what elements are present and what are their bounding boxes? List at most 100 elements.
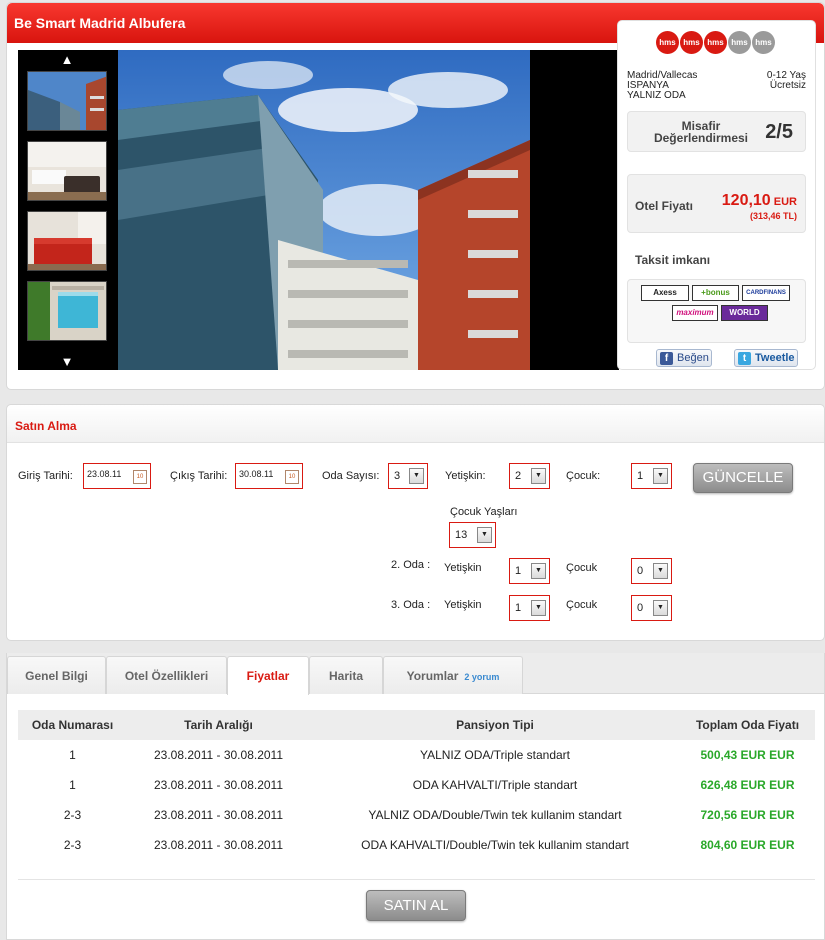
board-type-cell: ODA KAHVALTI/Double/Twin tek kullanim st… (361, 838, 629, 852)
room3-adults-value: 1 (515, 602, 522, 614)
room2-children-select[interactable]: 0 ▼ (631, 558, 672, 584)
room-price-cell: 626,48 EUR EUR (700, 778, 795, 792)
purchase-header: Satın Alma (7, 405, 824, 443)
purchase-title: Satın Alma (15, 419, 77, 433)
installment-label: Taksit imkanı (635, 253, 711, 267)
tab-hotel-features[interactable]: Otel Özellikleri (106, 656, 227, 694)
tweet-button[interactable]: t Tweetle (734, 349, 798, 367)
table-row: 1 23.08.2011 - 30.08.2011 YALNIZ ODA/Tri… (18, 740, 815, 770)
tweet-label: Tweetle (755, 352, 795, 364)
room-number-cell: 1 (69, 778, 76, 792)
thumbnail-strip: ▲ ▼ (18, 50, 116, 370)
chevron-down-icon[interactable]: ▼ (531, 563, 546, 579)
checkin-date-field[interactable]: 10 (83, 463, 151, 489)
checkout-label: Çıkış Tarihi: (170, 470, 228, 482)
child-ages-label: Çocuk Yaşları (450, 506, 518, 518)
details-tabs-area: Genel Bilgi Otel Özellikleri Fiyatlar Ha… (6, 653, 825, 940)
hms-badge-icon: hms (752, 31, 775, 54)
room3-children-select[interactable]: 0 ▼ (631, 595, 672, 621)
main-photo (118, 50, 530, 370)
date-range-cell: 23.08.2011 - 30.08.2011 (154, 838, 283, 852)
room-count-label: Oda Sayısı: (322, 470, 380, 482)
checkout-date-field[interactable]: 10 (235, 463, 303, 489)
column-header: Pansiyon Tipi (310, 710, 680, 740)
maximum-card-logo: maximum (672, 305, 718, 321)
chevron-down-icon[interactable]: ▼ (653, 600, 668, 616)
table-row: 2-3 23.08.2011 - 30.08.2011 ODA KAHVALTI… (18, 830, 815, 860)
room3-adults-label: Yetişkin (444, 599, 482, 611)
update-button[interactable]: GÜNCELLE (693, 463, 793, 493)
guest-rating-box: Misafir Değerlendirmesi 2/5 (627, 111, 806, 152)
hotel-price: 120,10 EUR (722, 192, 797, 210)
tab-prices[interactable]: Fiyatlar (227, 656, 309, 695)
hotel-price-tl: (313,46 TL) (749, 211, 797, 221)
tab-general-info[interactable]: Genel Bilgi (7, 656, 106, 694)
price-table-header: Oda Numarası Tarih Aralığı Pansiyon Tipi… (18, 710, 815, 740)
guest-rating-label-line2: Değerlendirmesi (653, 131, 749, 145)
chevron-down-icon[interactable]: ▼ (531, 600, 546, 616)
scroll-down-arrow-icon[interactable]: ▼ (18, 354, 116, 369)
room1-adults-label: Yetişkin: (445, 470, 486, 482)
checkout-date-input[interactable] (239, 469, 283, 479)
date-range-cell: 23.08.2011 - 30.08.2011 (154, 748, 283, 762)
column-header: Toplam Oda Fiyatı (680, 710, 815, 740)
thumbnail-pool[interactable] (27, 281, 107, 341)
bonus-card-logo: +bonus (692, 285, 739, 301)
hotel-card: Be Smart Madrid Albufera ▲ ▼ hms hms hms… (6, 2, 825, 390)
tab-map[interactable]: Harita (309, 656, 383, 694)
tab-reviews[interactable]: Yorumlar 2 yorum (383, 656, 523, 694)
hms-badge-icon: hms (656, 31, 679, 54)
column-header: Tarih Aralığı (127, 710, 310, 740)
board-type-cell: YALNIZ ODA/Double/Twin tek kullanim stan… (368, 808, 622, 822)
thumbnail-building[interactable] (27, 71, 107, 131)
room-count-value: 3 (394, 470, 401, 482)
price-table: Oda Numarası Tarih Aralığı Pansiyon Tipi… (18, 710, 815, 860)
child-fee: Ücretsiz (769, 80, 806, 91)
child-policy: 0-12 Yaş Ücretsiz (767, 71, 806, 91)
hms-badge-icon: hms (728, 31, 751, 54)
table-row: 2-3 23.08.2011 - 30.08.2011 YALNIZ ODA/D… (18, 800, 815, 830)
room-count-select[interactable]: 3 ▼ (388, 463, 428, 489)
chevron-down-icon[interactable]: ▼ (531, 468, 546, 484)
photo-gallery: ▲ ▼ (18, 50, 619, 370)
room2-children-label: Çocuk (566, 562, 598, 574)
world-card-logo: WORLD (721, 305, 768, 321)
thumbnail-red-bed[interactable] (27, 211, 107, 271)
chevron-down-icon[interactable]: ▼ (409, 468, 424, 484)
chevron-down-icon[interactable]: ▼ (653, 563, 668, 579)
calendar-icon[interactable]: 10 (133, 470, 147, 484)
hotel-price-value: 120,10 (721, 192, 771, 209)
child-age-select[interactable]: 13 ▼ (449, 522, 496, 548)
room-price-cell: 804,60 EUR EUR (700, 838, 795, 852)
room1-adults-value: 2 (515, 470, 522, 482)
chevron-down-icon[interactable]: ▼ (477, 527, 492, 543)
purchase-panel: Satın Alma Giriş Tarihi: 10 Çıkış Tarihi… (6, 404, 825, 641)
divider (18, 879, 815, 880)
review-count-link[interactable]: 2 yorum (464, 672, 499, 682)
child-age-value: 13 (455, 529, 468, 541)
facebook-like-button[interactable]: f Beğen (656, 349, 712, 367)
hotel-location: Madrid/Vallecas ISPANYA YALNIZ ODA (627, 71, 697, 101)
room-number-cell: 2-3 (63, 838, 82, 852)
room1-children-select[interactable]: 1 ▼ (631, 463, 672, 489)
buy-button[interactable]: SATIN AL (366, 890, 466, 921)
calendar-icon[interactable]: 10 (285, 470, 299, 484)
scroll-up-arrow-icon[interactable]: ▲ (18, 52, 116, 67)
hotel-price-currency: EUR (773, 196, 797, 208)
room1-children-label: Çocuk: (566, 470, 601, 482)
tab-reviews-label: Yorumlar (406, 669, 459, 683)
room3-adults-select[interactable]: 1 ▼ (509, 595, 550, 621)
room1-children-value: 1 (637, 470, 644, 482)
room3-children-label: Çocuk (566, 599, 598, 611)
chevron-down-icon[interactable]: ▼ (653, 468, 668, 484)
room1-adults-select[interactable]: 2 ▼ (509, 463, 550, 489)
checkin-date-input[interactable] (87, 469, 131, 479)
room-price-cell: 720,56 EUR EUR (700, 808, 795, 822)
board-type-cell: YALNIZ ODA/Triple standart (419, 748, 571, 762)
hotel-price-box: Otel Fiyatı 120,10 EUR (313,46 TL) (627, 174, 806, 233)
rating-badges: hms hms hms hms hms (656, 31, 776, 57)
board-type: YALNIZ ODA (627, 90, 686, 101)
room2-adults-select[interactable]: 1 ▼ (509, 558, 550, 584)
room3-label: 3. Oda : (391, 599, 431, 611)
thumbnail-room-sofa[interactable] (27, 141, 107, 201)
